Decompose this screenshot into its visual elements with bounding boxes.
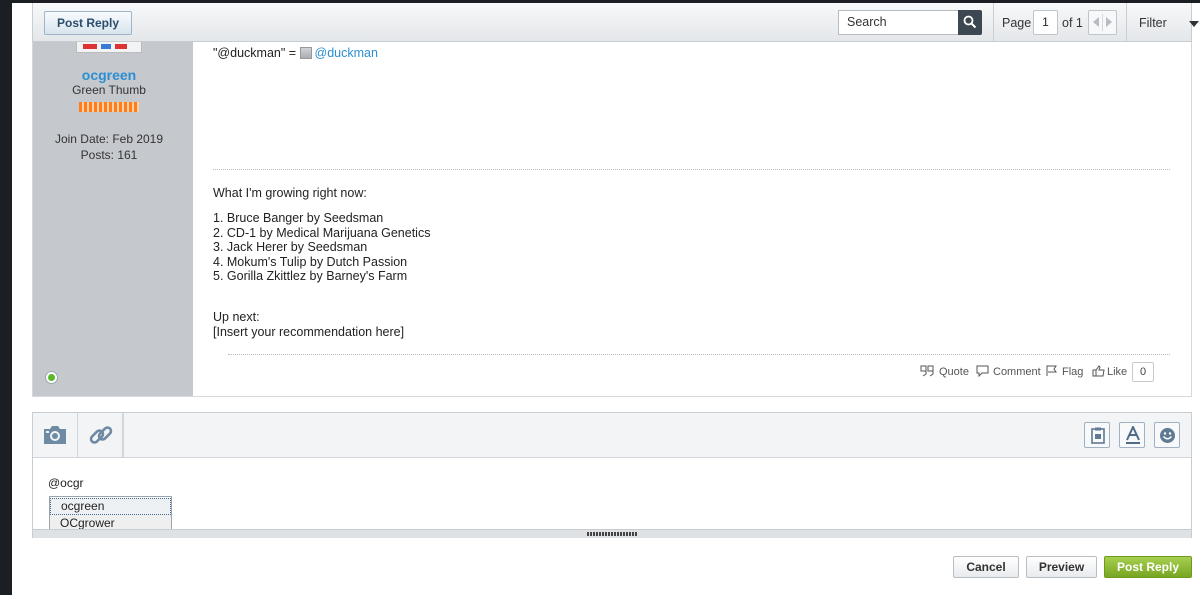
insert-image-button[interactable] [33, 413, 78, 457]
list-item: 4. Mokum's Tulip by Dutch Passion [213, 254, 408, 269]
user-avatar-icon [299, 47, 312, 59]
paste-button[interactable] [1084, 422, 1110, 448]
like-button[interactable]: Like [1092, 365, 1128, 378]
online-status-icon [45, 371, 58, 384]
up-next: Up next: [Insert your recommendation her… [213, 310, 404, 339]
post-footer-divider [228, 354, 1170, 355]
up-next-value: [Insert your recommendation here] [213, 324, 405, 339]
insert-link-button[interactable] [78, 413, 123, 457]
page-total: of 1 [1062, 16, 1083, 30]
thread-page: Post Reply Search Page 1 of 1 Filter ocg… [12, 3, 1200, 595]
chevron-down-icon[interactable] [1189, 21, 1199, 27]
like-count-badge: 0 [1132, 362, 1154, 382]
list-item: 1. Bruce Banger by Seedsman [213, 211, 384, 225]
list-item: 5. Gorilla Zkittlez by Barney's Farm [213, 269, 408, 284]
comment-label: Comment [993, 366, 1041, 378]
quote-icon [920, 365, 934, 377]
prev-page-icon[interactable] [1093, 17, 1099, 27]
reputation-bar [79, 102, 139, 112]
quote-button[interactable]: Quote [920, 365, 969, 378]
username-link[interactable]: ocgreen [33, 67, 185, 83]
quote-label: Quote [939, 366, 969, 378]
signature-list: 1. Bruce Banger by Seedsman 2. CD-1 by M… [213, 211, 430, 284]
post-reply-top-button[interactable]: Post Reply [44, 11, 132, 35]
smiley-icon [1160, 428, 1175, 443]
flag-icon [1046, 365, 1057, 376]
list-item: 2. CD-1 by Medical Marijuana Genetics [213, 225, 431, 240]
reply-text-area[interactable]: @ocgr [48, 476, 84, 490]
signature-title: What I'm growing right now: [213, 186, 367, 200]
thread-toolbar: Post Reply Search Page 1 of 1 Filter [32, 3, 1199, 42]
comment-button[interactable]: Comment [976, 365, 1041, 378]
editor-toolbar [33, 413, 1191, 458]
mention-autocomplete: ocgreen OCgrower [49, 496, 172, 532]
mention-text: "@duckman" = [213, 46, 300, 60]
avatar[interactable] [76, 42, 142, 53]
toolbar-divider [993, 3, 994, 42]
list-item: 3. Jack Herer by Seedsman [213, 240, 368, 255]
mention-line: "@duckman" = @duckman [213, 46, 378, 60]
link-icon [89, 426, 113, 444]
search-icon [963, 15, 977, 29]
font-icon [1126, 426, 1140, 444]
up-next-label: Up next: [213, 310, 260, 324]
signature-divider [213, 169, 1170, 170]
emoji-button[interactable] [1154, 422, 1180, 448]
preview-button[interactable]: Preview [1026, 556, 1097, 578]
like-label: Like [1107, 366, 1128, 378]
post-count: Posts: 161 [80, 148, 138, 162]
search-button[interactable] [958, 10, 982, 35]
flag-button[interactable]: Flag [1046, 365, 1084, 378]
page-number-input[interactable]: 1 [1033, 10, 1058, 35]
text-format-button[interactable] [1119, 422, 1145, 448]
user-title: Green Thumb [72, 83, 146, 97]
search-input[interactable]: Search [838, 10, 958, 35]
join-date: Join Date: Feb 2019 [54, 132, 164, 146]
page-nav [1088, 10, 1117, 35]
user-info-pane: ocgreen Green Thumb Join Date: Feb 2019 … [33, 42, 193, 396]
thumbs-up-icon [1092, 365, 1105, 377]
comment-icon [976, 365, 989, 377]
toolbar-divider [123, 413, 124, 457]
toolbar-divider [1126, 3, 1127, 42]
next-page-icon[interactable] [1106, 17, 1112, 27]
flag-label: Flag [1062, 366, 1084, 378]
camera-icon [44, 426, 66, 444]
editor-resize-handle[interactable] [33, 529, 1191, 538]
autocomplete-item-ocgreen[interactable]: ocgreen [50, 498, 171, 515]
cancel-button[interactable]: Cancel [953, 556, 1019, 578]
reply-editor: @ocgr ocgreen OCgrower [32, 412, 1192, 538]
filter-button[interactable]: Filter [1139, 16, 1167, 30]
page-label: Page [1002, 16, 1032, 30]
post-reply-button[interactable]: Post Reply [1104, 556, 1192, 578]
post-content: "@duckman" = @duckman What I'm growing r… [193, 42, 1191, 396]
post: ocgreen Green Thumb Join Date: Feb 2019 … [32, 42, 1192, 397]
mention-link[interactable]: @duckman [315, 46, 378, 60]
clipboard-icon [1091, 427, 1105, 444]
grip-icon [587, 532, 637, 536]
